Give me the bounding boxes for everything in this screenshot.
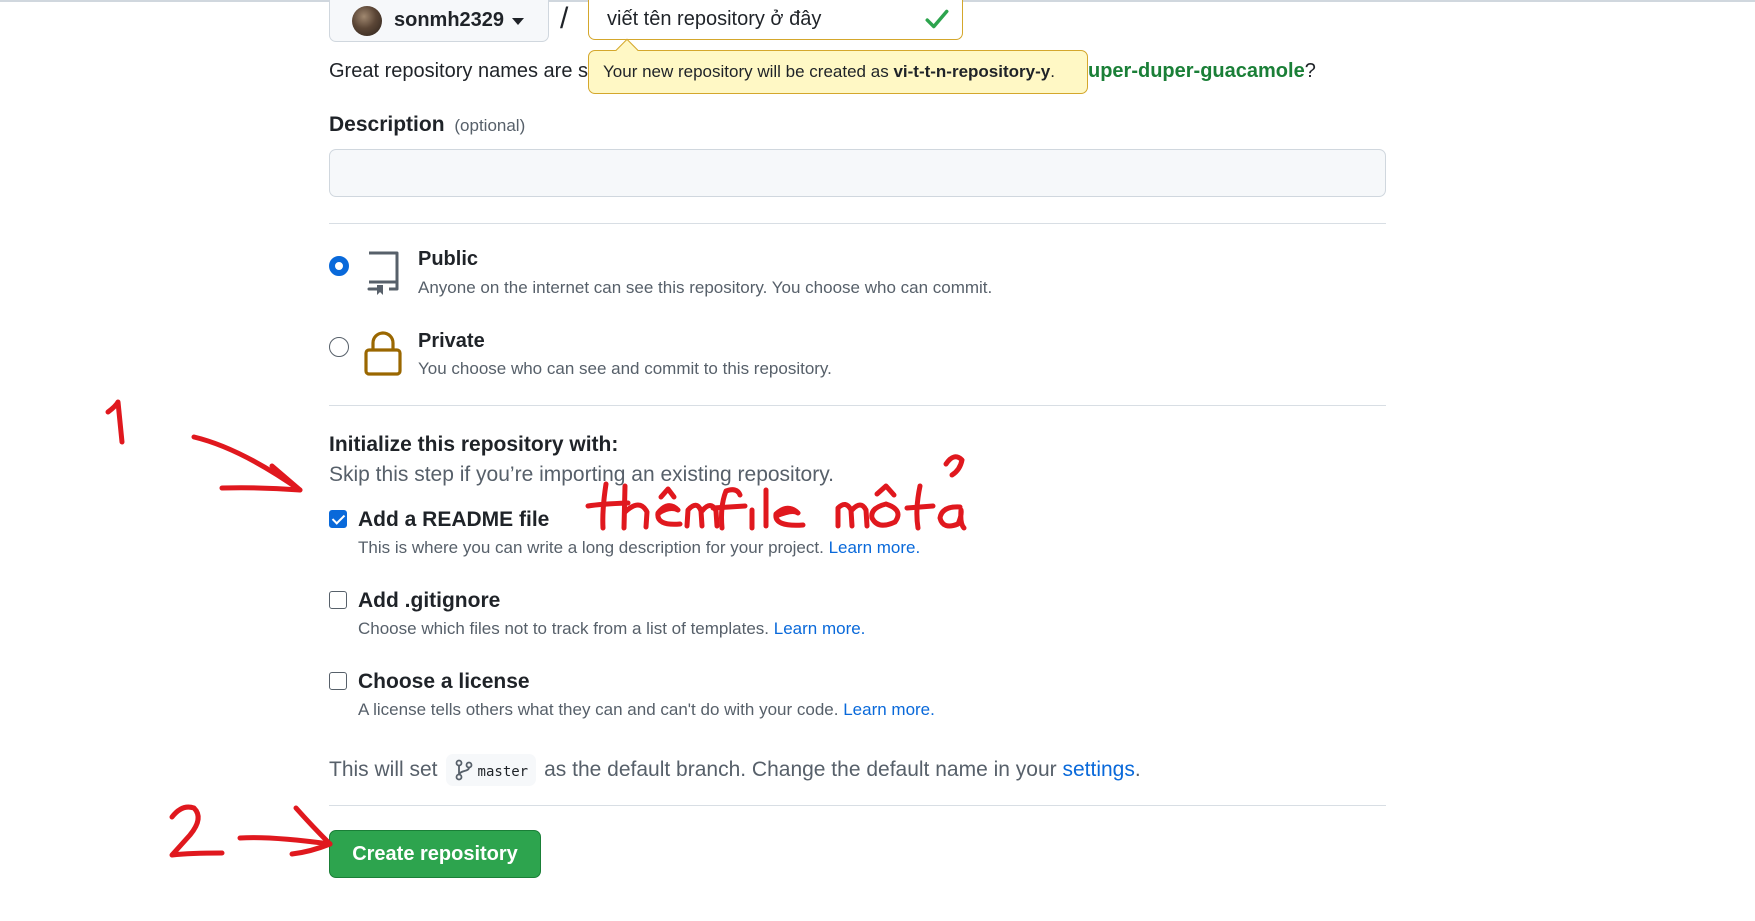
branch-chip: master [445, 754, 537, 786]
name-suggestion: uper-duper-guacamole? [1088, 60, 1316, 83]
optional-hint: (optional) [454, 116, 526, 135]
license-desc-text: A license tells others what they can and… [358, 700, 839, 719]
private-title: Private [418, 330, 485, 352]
branch-name: master [477, 764, 529, 780]
tooltip-arrow [615, 38, 639, 62]
branch-note-end: . [1134, 758, 1141, 781]
annotation-arrow-1 [191, 434, 303, 493]
branch-note-before: This will set [329, 758, 438, 781]
annotation-marker-1 [105, 399, 125, 445]
readme-title: Add a README file [358, 508, 550, 531]
chevron-down-icon [512, 18, 525, 25]
initialize-subtitle: Skip this step if you’re importing an ex… [329, 463, 835, 486]
description-label-text: Description [329, 113, 445, 136]
gitignore-title: Add .gitignore [358, 589, 501, 612]
repository-name-value: viết tên repository ở đây [607, 8, 822, 30]
initialize-title: Initialize this repository with: [329, 433, 619, 456]
annotation-marker-2 [169, 804, 225, 858]
suggestion-suffix: ? [1304, 60, 1316, 82]
annotation-arrow-2 [237, 805, 333, 857]
divider [329, 405, 1386, 406]
license-title: Choose a license [358, 670, 530, 693]
owner-select-button[interactable]: sonmh2329 [329, 0, 549, 42]
readme-learn-more-link[interactable]: Learn more. [829, 538, 921, 557]
gitignore-checkbox[interactable] [329, 591, 347, 609]
public-title: Public [418, 248, 479, 270]
gitignore-desc-text: Choose which files not to track from a l… [358, 619, 770, 638]
readme-description: This is where you can write a long descr… [358, 538, 920, 558]
private-description: You choose who can see and commit to thi… [418, 359, 832, 378]
suggested-name-link[interactable]: uper-duper-guacamole [1088, 60, 1305, 82]
check-icon [925, 9, 949, 29]
description-label: Description (optional) [329, 113, 525, 137]
repository-name-input[interactable]: viết tên repository ở đây [588, 0, 963, 40]
default-branch-note: This will set master as the default bran… [329, 754, 1141, 786]
license-description: A license tells others what they can and… [358, 700, 935, 720]
license-checkbox[interactable] [329, 672, 347, 690]
lock-icon [364, 331, 402, 376]
readme-checkbox[interactable] [329, 510, 347, 528]
license-learn-more-link[interactable]: Learn more. [843, 700, 935, 719]
description-input[interactable] [329, 149, 1386, 197]
divider [329, 223, 1386, 224]
gitignore-description: Choose which files not to track from a l… [358, 619, 865, 639]
gitignore-learn-more-link[interactable]: Learn more. [774, 619, 866, 638]
private-radio[interactable] [329, 337, 349, 357]
repo-icon [367, 251, 399, 295]
create-repository-button[interactable]: Create repository [329, 830, 541, 878]
tooltip-slug: vi-t-t-n-repository-y [893, 62, 1051, 81]
settings-link[interactable]: settings [1062, 758, 1134, 782]
owner-name: sonmh2329 [394, 9, 505, 31]
repository-name-tooltip: Your new repository will be created as v… [588, 38, 1088, 94]
public-description: Anyone on the internet can see this repo… [418, 278, 993, 297]
divider [329, 805, 1386, 806]
tooltip-text: Your new repository will be created as [603, 62, 889, 81]
name-hint-text: Great repository names are s [329, 60, 588, 82]
git-branch-icon [455, 759, 472, 781]
path-separator: / [560, 2, 569, 35]
readme-desc-text: This is where you can write a long descr… [358, 538, 824, 557]
branch-note-after: as the default branch. Change the defaul… [544, 758, 1057, 781]
public-radio[interactable] [329, 256, 349, 276]
avatar [352, 5, 382, 36]
tooltip-suffix: . [1050, 62, 1055, 81]
